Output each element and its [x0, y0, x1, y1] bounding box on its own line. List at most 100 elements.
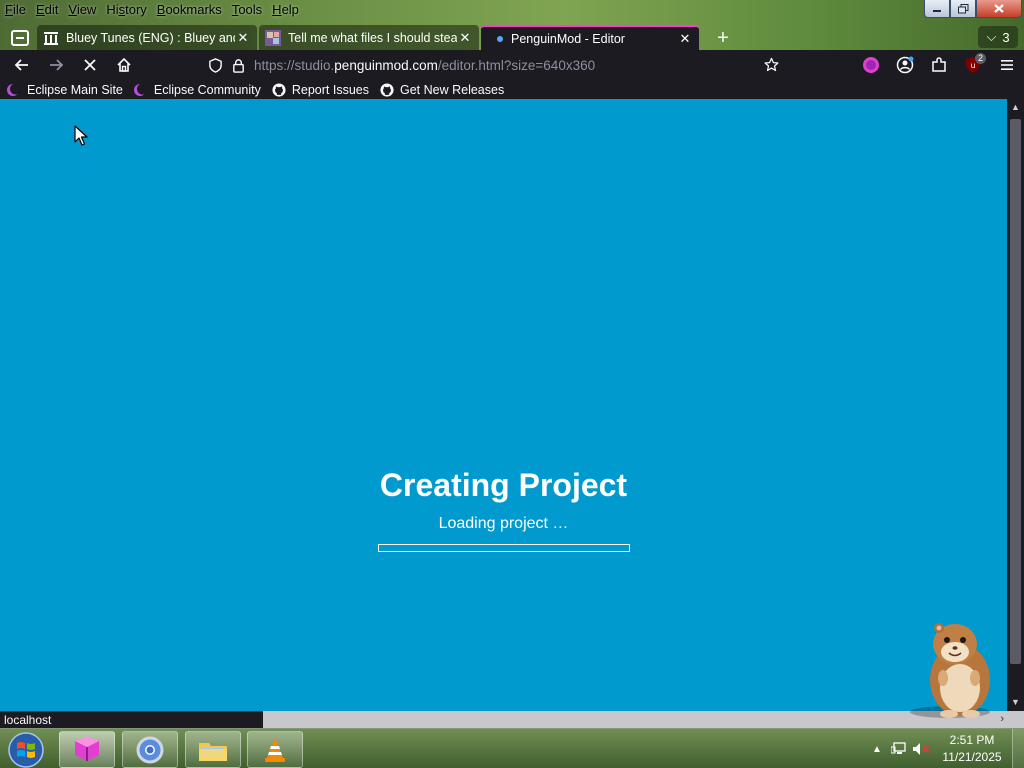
purple-circle-icon: [863, 57, 879, 73]
forward-arrow-icon: [50, 59, 64, 71]
menu-tools[interactable]: Tools: [227, 0, 267, 20]
vlc-cone-icon: [265, 737, 285, 762]
new-tab-button[interactable]: +: [711, 27, 735, 49]
stop-loading-icon: [84, 59, 96, 71]
taskbar-clock[interactable]: 2:51 PM 11/21/2025: [936, 732, 1008, 766]
menu-bookmarks[interactable]: Bookmarks: [152, 0, 227, 20]
loading-dot-icon: [497, 35, 503, 42]
back-button[interactable]: [5, 50, 39, 80]
bookmark-label: Eclipse Main Site: [27, 82, 123, 97]
account-button[interactable]: [888, 50, 922, 80]
bookmark-eclipse-main-site[interactable]: Eclipse Main Site: [6, 83, 123, 97]
chevron-down-icon: ⌵: [986, 29, 997, 44]
minimize-button[interactable]: [924, 0, 950, 18]
clock-time: 2:51 PM: [949, 733, 995, 747]
network-icon[interactable]: [888, 739, 910, 759]
github-icon: [272, 82, 286, 97]
eclipse-icon: [133, 83, 148, 96]
firefox-view-button[interactable]: [5, 25, 35, 50]
system-tray: ▲ 2:51 PM 11/21/2025: [866, 729, 1024, 768]
eclipse-icon: [7, 83, 21, 96]
window-controls: [924, 0, 1022, 18]
stop-button[interactable]: [73, 50, 107, 80]
tracking-shield-icon[interactable]: [208, 57, 223, 73]
blocked-count-badge: 2: [974, 53, 986, 64]
start-button[interactable]: [6, 731, 46, 768]
taskbar-vlc[interactable]: [247, 731, 303, 768]
clock-date: 11/21/2025: [942, 750, 1002, 764]
show-hidden-icons-button[interactable]: ▲: [866, 739, 888, 759]
chromium-icon: [136, 736, 164, 763]
menu-help[interactable]: Help: [267, 0, 304, 20]
svg-text:u: u: [970, 61, 975, 70]
menu-bar: File Edit View History Bookmarks Tools H…: [0, 0, 304, 20]
tab-close-icon[interactable]: ✕: [235, 30, 251, 46]
bookmark-report-issues[interactable]: Report Issues: [271, 83, 369, 97]
menu-view[interactable]: View: [63, 0, 101, 20]
menu-edit[interactable]: Edit: [31, 0, 63, 20]
windows-taskbar: ▲ 2:51 PM 11/21/2025: [0, 728, 1024, 768]
scroll-down-arrow-icon[interactable]: ▼: [1007, 694, 1024, 711]
tab-title: Tell me what files I should steal ·: [288, 30, 457, 45]
restore-icon: [957, 3, 968, 13]
menu-history[interactable]: History: [101, 0, 151, 20]
loader-progress-bar: [377, 544, 630, 552]
lock-icon[interactable]: [231, 58, 246, 73]
scrollbar-thumb[interactable]: [1010, 119, 1021, 664]
browser-titlebar: File Edit View History Bookmarks Tools H…: [0, 0, 1024, 50]
folder-icon: [199, 742, 227, 761]
network-monitor-icon: [891, 742, 906, 754]
home-icon: [117, 57, 131, 72]
tab-bluey-tunes[interactable]: Bluey Tunes (ENG) : Bluey and A ✕: [37, 25, 257, 50]
project-loader: Creating Project Loading project …: [360, 465, 647, 552]
home-button[interactable]: [107, 50, 141, 80]
bookmark-eclipse-community[interactable]: Eclipse Community: [133, 83, 261, 97]
tab-close-icon[interactable]: ✕: [457, 30, 473, 46]
taskbar-floorp-browser[interactable]: [59, 731, 115, 768]
archive-icon: [44, 31, 58, 45]
navigation-toolbar: https://studio.penguinmod.com/editor.htm…: [0, 50, 1024, 80]
list-all-tabs-button[interactable]: ⌵ 3: [978, 26, 1018, 48]
tab-steal-files[interactable]: Tell me what files I should steal · ✕: [259, 25, 479, 50]
toolbar-extensions: u 2: [854, 50, 1024, 80]
back-arrow-icon: [14, 59, 28, 71]
volume-muted-icon[interactable]: [910, 739, 932, 759]
bookmark-label: Eclipse Community: [153, 82, 261, 97]
hamster-mascot-icon: [910, 623, 990, 718]
mouse-cursor-icon: [74, 125, 88, 146]
bookmark-get-new-releases[interactable]: Get New Releases: [379, 83, 504, 97]
status-panel: localhost: [0, 711, 263, 728]
tab-penguinmod-editor[interactable]: PenguinMod - Editor ✕: [481, 25, 699, 50]
ublock-button[interactable]: u 2: [956, 50, 990, 80]
url-text: https://studio.penguinmod.com/editor.htm…: [254, 57, 596, 73]
close-window-button[interactable]: [976, 0, 1022, 18]
tab-title: Bluey Tunes (ENG) : Bluey and A: [66, 30, 235, 45]
hamburger-menu-icon: [1001, 60, 1013, 70]
menu-file[interactable]: File: [0, 0, 31, 20]
floorp-icon: [75, 736, 99, 761]
show-desktop-button[interactable]: [1012, 729, 1024, 768]
thumbnail-icon: [265, 29, 281, 46]
minimize-icon: [933, 9, 941, 12]
extension-purple-button[interactable]: [854, 50, 888, 80]
app-menu-button[interactable]: [990, 50, 1024, 80]
puzzle-icon: [932, 57, 946, 72]
tab-close-icon[interactable]: ✕: [677, 31, 693, 47]
address-bar[interactable]: https://studio.penguinmod.com/editor.htm…: [200, 52, 795, 78]
scroll-up-arrow-icon[interactable]: ▲: [1007, 99, 1024, 116]
bookmark-label: Get New Releases: [399, 82, 505, 97]
taskbar-chromium[interactable]: [122, 731, 178, 768]
restore-button[interactable]: [950, 0, 976, 18]
github-icon: [380, 82, 394, 97]
forward-button[interactable]: [39, 50, 73, 80]
bookmark-star-icon[interactable]: [764, 57, 779, 72]
vertical-scrollbar[interactable]: ▲ ▼: [1007, 99, 1024, 711]
loader-subtitle: Loading project …: [438, 515, 569, 532]
firefox-view-icon: [11, 29, 29, 46]
tab-title: PenguinMod - Editor: [511, 31, 625, 46]
account-icon: [896, 56, 914, 74]
extensions-button[interactable]: [922, 50, 956, 80]
loader-title: Creating Project: [379, 467, 628, 503]
taskbar-file-explorer[interactable]: [185, 731, 241, 768]
tab-count: 3: [1002, 29, 1010, 45]
